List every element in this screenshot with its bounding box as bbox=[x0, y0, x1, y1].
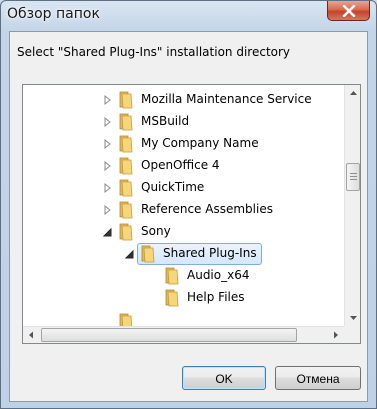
folder-icon bbox=[119, 313, 133, 326]
tree-item-reference-assemblies[interactable]: Reference Assemblies bbox=[23, 199, 344, 221]
folder-icon bbox=[119, 157, 133, 175]
folder-icon bbox=[119, 113, 133, 131]
ok-button[interactable]: OK bbox=[182, 366, 266, 390]
arrow-right-icon bbox=[334, 331, 338, 339]
tree-item-help-files[interactable]: Help Files bbox=[23, 287, 344, 309]
cancel-button[interactable]: Отмена bbox=[275, 366, 361, 390]
tree-item-label: QuickTime bbox=[141, 180, 205, 194]
folder-icon bbox=[165, 267, 179, 285]
folder-icon bbox=[119, 135, 133, 153]
instruction-text: Select "Shared Plug-Ins" installation di… bbox=[17, 45, 291, 59]
tree-item-label: Shared Plug-Ins bbox=[163, 246, 257, 260]
scroll-left-button[interactable] bbox=[23, 327, 40, 343]
arrow-up-icon bbox=[350, 91, 357, 95]
tree-item-label: Help Files bbox=[187, 290, 245, 304]
close-button[interactable] bbox=[327, 1, 370, 21]
folder-icon bbox=[119, 91, 133, 109]
tree-item-quicktime[interactable]: QuickTime bbox=[23, 177, 344, 199]
tree-item-mozilla-maintenance-service[interactable]: Mozilla Maintenance Service bbox=[23, 89, 344, 111]
folder-icon bbox=[141, 245, 155, 263]
dialog-body: Select "Shared Plug-Ins" installation di… bbox=[9, 31, 368, 402]
expander-collapsed-icon[interactable] bbox=[103, 182, 113, 194]
expander-collapsed-icon[interactable] bbox=[103, 204, 113, 216]
arrow-left-icon bbox=[29, 331, 33, 339]
grip-line bbox=[350, 176, 357, 177]
scrollbar-corner bbox=[344, 326, 360, 343]
tree-item-label: Sony bbox=[141, 224, 171, 238]
folder-icon bbox=[119, 179, 133, 197]
tree-item-openoffice-4[interactable]: OpenOffice 4 bbox=[23, 155, 344, 177]
expander-collapsed-icon[interactable] bbox=[103, 138, 113, 150]
folder-icon bbox=[165, 289, 179, 307]
tree-item-sony[interactable]: Sony bbox=[23, 221, 344, 243]
vertical-scroll-thumb[interactable] bbox=[346, 163, 360, 191]
browse-for-folder-dialog: Обзор папок Select "Shared Plug-Ins" ins… bbox=[0, 0, 377, 409]
title-bar[interactable]: Обзор папок bbox=[1, 1, 376, 31]
horizontal-scrollbar[interactable] bbox=[23, 326, 344, 343]
scroll-up-button[interactable] bbox=[345, 85, 360, 102]
expander-collapsed-icon[interactable] bbox=[103, 116, 113, 128]
tree-item-label: Audio_x64 bbox=[187, 268, 250, 282]
grip-line bbox=[350, 179, 357, 180]
tree-item-label: Mozilla Maintenance Service bbox=[141, 92, 312, 106]
tree-item-shared-plug-ins[interactable]: Shared Plug-Ins bbox=[23, 243, 344, 265]
tree-item-label: MSBuild bbox=[141, 114, 190, 128]
expander-expanded-icon[interactable] bbox=[125, 248, 135, 260]
tree-item-partial[interactable] bbox=[23, 311, 344, 326]
expander-collapsed-icon[interactable] bbox=[103, 160, 113, 172]
tree-item-my-company-name[interactable]: My Company Name bbox=[23, 133, 344, 155]
folder-icon bbox=[119, 223, 133, 241]
vertical-scrollbar[interactable] bbox=[344, 85, 360, 326]
folder-tree[interactable]: Mozilla Maintenance Service MSBuild My C… bbox=[22, 84, 361, 344]
tree-item-label: My Company Name bbox=[141, 136, 259, 150]
tree-item-msbuild[interactable]: MSBuild bbox=[23, 111, 344, 133]
grip-line bbox=[350, 173, 357, 174]
expander-expanded-icon[interactable] bbox=[103, 226, 113, 238]
tree-item-audio-x64[interactable]: Audio_x64 bbox=[23, 265, 344, 287]
folder-icon bbox=[119, 201, 133, 219]
scroll-right-button[interactable] bbox=[327, 327, 344, 343]
arrow-down-icon bbox=[350, 316, 357, 320]
scroll-down-button[interactable] bbox=[345, 309, 360, 326]
window-title: Обзор папок bbox=[7, 6, 100, 22]
horizontal-scroll-thumb[interactable] bbox=[41, 328, 297, 342]
expander-collapsed-icon[interactable] bbox=[103, 94, 113, 106]
tree-item-label: OpenOffice 4 bbox=[141, 158, 220, 172]
close-icon bbox=[342, 5, 356, 17]
tree-rows: Mozilla Maintenance Service MSBuild My C… bbox=[23, 85, 344, 326]
tree-item-label: Reference Assemblies bbox=[141, 202, 273, 216]
